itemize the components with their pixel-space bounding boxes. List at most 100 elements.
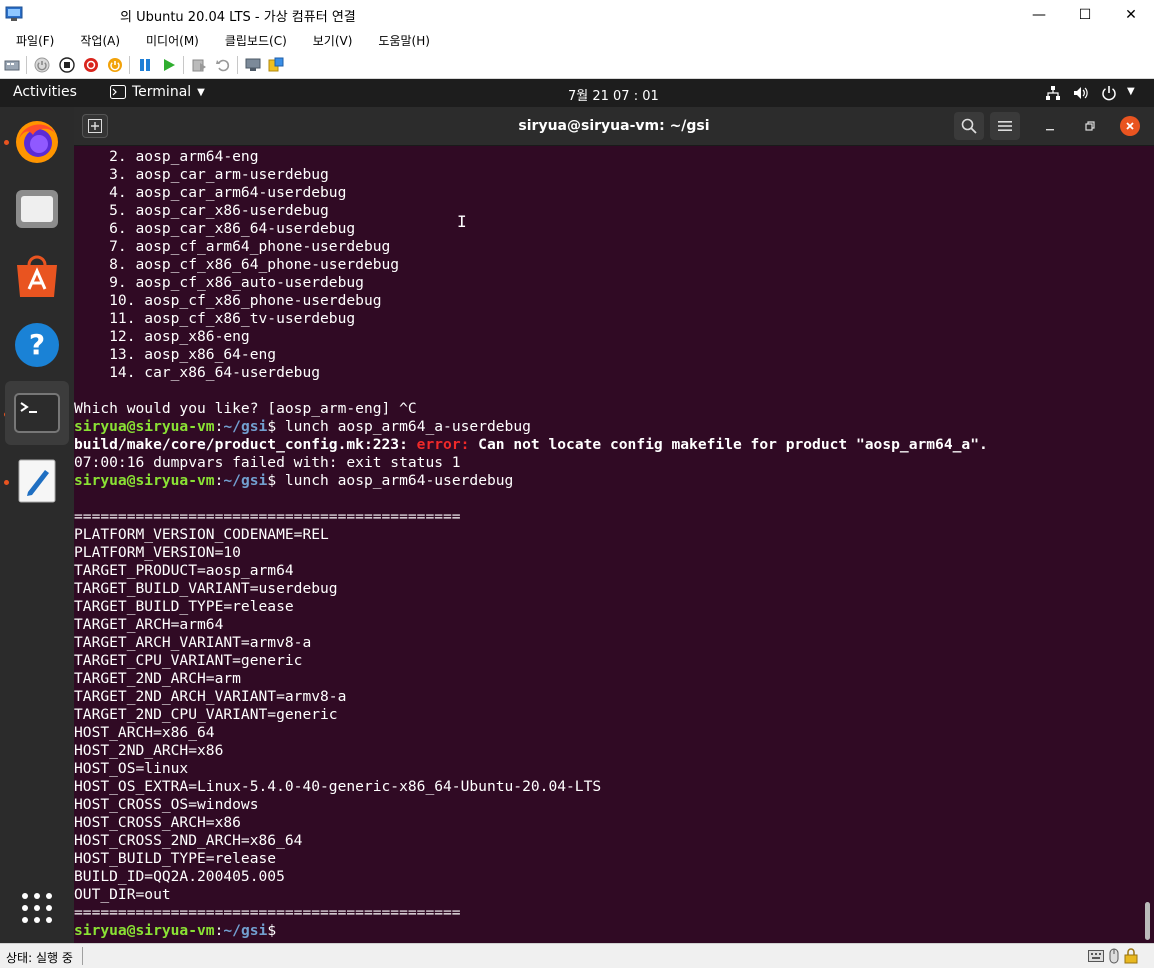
- save-icon[interactable]: [107, 57, 123, 73]
- terminal-line: siryua@siryua-vm:~/gsi$ lunch aosp_arm64…: [74, 472, 988, 490]
- terminal-line: siryua@siryua-vm:~/gsi$ lunch aosp_arm64…: [74, 418, 988, 436]
- dock-terminal[interactable]: [5, 381, 69, 445]
- terminal-output[interactable]: 2. aosp_arm64-eng 3. aosp_car_arm-userde…: [74, 146, 1154, 943]
- terminal-text-segment: HOST_CROSS_ARCH=x86: [74, 814, 241, 831]
- close-icon: [1126, 122, 1134, 130]
- software-store-icon: [17, 255, 57, 297]
- files-icon: [16, 190, 58, 228]
- terminal-text-segment: 2. aosp_arm64-eng: [74, 148, 259, 165]
- app-menu[interactable]: Terminal ▼: [110, 84, 205, 100]
- terminal-text-segment: HOST_BUILD_TYPE=release: [74, 850, 277, 867]
- text-editor-icon: [18, 459, 56, 503]
- app-menu-label: Terminal: [132, 84, 192, 100]
- terminal-line: 13. aosp_x86_64-eng: [74, 346, 988, 364]
- shutdown-icon[interactable]: [83, 57, 99, 73]
- turn-off-icon[interactable]: [59, 57, 75, 73]
- dock-software[interactable]: [5, 245, 69, 309]
- minimize-button[interactable]: —: [1016, 0, 1062, 29]
- terminal-text-segment: ========================================…: [74, 904, 461, 921]
- terminal-text-segment: 3. aosp_car_arm-userdebug: [74, 166, 329, 183]
- revert-icon[interactable]: [215, 57, 231, 73]
- terminal-line: BUILD_ID=QQ2A.200405.005: [74, 868, 988, 886]
- menu-file[interactable]: 파일(F): [0, 32, 64, 49]
- hamburger-menu-button[interactable]: [990, 112, 1020, 140]
- terminal-line: TARGET_2ND_CPU_VARIANT=generic: [74, 706, 988, 724]
- terminal-text-segment: 07:00:16 dumpvars failed with: exit stat…: [74, 454, 461, 471]
- terminal-line: PLATFORM_VERSION_CODENAME=REL: [74, 526, 988, 544]
- system-menu-chevron-icon[interactable]: ▼: [1127, 86, 1135, 97]
- terminal-text-segment: 9. aosp_cf_x86_auto-userdebug: [74, 274, 364, 291]
- terminal-text-segment: siryua@siryua-vm: [74, 922, 215, 939]
- terminal-line: TARGET_ARCH_VARIANT=armv8-a: [74, 634, 988, 652]
- minimize-icon: [1046, 129, 1054, 131]
- terminal-text-segment: BUILD_ID=QQ2A.200405.005: [74, 868, 285, 885]
- network-icon[interactable]: [1045, 85, 1061, 101]
- terminal-scrollbar[interactable]: [1145, 902, 1150, 940]
- pause-icon[interactable]: [137, 57, 153, 73]
- terminal-text-segment: HOST_2ND_ARCH=x86: [74, 742, 224, 759]
- mouse-icon: [1109, 948, 1119, 964]
- terminal-text-segment: Can not locate config makefile for produ…: [469, 436, 988, 453]
- menu-media[interactable]: 미디어(M): [130, 32, 209, 49]
- terminal-header-bar: siryua@siryua-vm: ~/gsi: [74, 107, 1154, 146]
- lock-icon: [1124, 948, 1138, 964]
- terminal-line: 6. aosp_car_x86_64-userdebug: [74, 220, 988, 238]
- terminal-text-segment: TARGET_CPU_VARIANT=generic: [74, 652, 303, 669]
- terminal-text-segment: TARGET_2ND_CPU_VARIANT=generic: [74, 706, 338, 723]
- search-icon: [961, 118, 977, 134]
- clock[interactable]: 7월 21 07 : 01: [568, 85, 659, 104]
- close-button[interactable]: ✕: [1108, 0, 1154, 29]
- terminal-text-segment: TARGET_BUILD_VARIANT=userdebug: [74, 580, 338, 597]
- terminal-icon: [110, 85, 126, 99]
- terminal-text-segment: 4. aosp_car_arm64-userdebug: [74, 184, 347, 201]
- activities-button[interactable]: Activities: [13, 84, 77, 100]
- terminal-line: 10. aosp_cf_x86_phone-userdebug: [74, 292, 988, 310]
- share-icon[interactable]: [268, 57, 284, 73]
- terminal-text-segment: HOST_CROSS_OS=windows: [74, 796, 259, 813]
- power-icon[interactable]: [1101, 85, 1117, 101]
- ctrl-alt-del-icon[interactable]: [4, 57, 20, 73]
- terminal-restore-button[interactable]: [1080, 116, 1100, 136]
- dock-firefox[interactable]: [5, 109, 69, 173]
- terminal-lines: 2. aosp_arm64-eng 3. aosp_car_arm-userde…: [74, 148, 988, 940]
- terminal-line: 14. car_x86_64-userdebug: [74, 364, 988, 382]
- terminal-text-segment: ~/gsi: [223, 472, 268, 489]
- dock-help[interactable]: ?: [5, 313, 69, 377]
- terminal-line: 4. aosp_car_arm64-userdebug: [74, 184, 988, 202]
- search-button[interactable]: [954, 112, 984, 140]
- show-applications-icon[interactable]: [20, 891, 54, 925]
- menu-help[interactable]: 도움말(H): [362, 32, 440, 49]
- menu-action[interactable]: 작업(A): [64, 32, 130, 49]
- terminal-line: HOST_BUILD_TYPE=release: [74, 850, 988, 868]
- checkpoint-icon[interactable]: [191, 57, 207, 73]
- terminal-text-segment: 10. aosp_cf_x86_phone-userdebug: [74, 292, 382, 309]
- dock-files[interactable]: [5, 177, 69, 241]
- terminal-text-segment: 8. aosp_cf_x86_64_phone-userdebug: [74, 256, 400, 273]
- minimize-icon: —: [1032, 6, 1046, 23]
- chevron-down-icon: ▼: [197, 86, 205, 98]
- terminal-text-segment: $ lunch aosp_arm64_a-userdebug: [267, 418, 531, 435]
- menu-view[interactable]: 보기(V): [297, 32, 363, 49]
- resume-icon[interactable]: [161, 57, 177, 73]
- terminal-text-segment: 12. aosp_x86-eng: [74, 328, 250, 345]
- terminal-line: 12. aosp_x86-eng: [74, 328, 988, 346]
- terminal-line: 07:00:16 dumpvars failed with: exit stat…: [74, 454, 988, 472]
- dock-text-editor[interactable]: [5, 449, 69, 513]
- terminal-close-button[interactable]: [1120, 116, 1140, 136]
- maximize-button[interactable]: ☐: [1062, 0, 1108, 29]
- vm-connection-icon: [5, 6, 23, 21]
- terminal-line: 11. aosp_cf_x86_tv-userdebug: [74, 310, 988, 328]
- terminal-line: TARGET_BUILD_TYPE=release: [74, 598, 988, 616]
- enhanced-session-icon[interactable]: [245, 57, 261, 73]
- start-icon[interactable]: [34, 57, 50, 73]
- terminal-line: HOST_ARCH=x86_64: [74, 724, 988, 742]
- firefox-icon: [16, 121, 58, 163]
- terminal-text-segment: PLATFORM_VERSION_CODENAME=REL: [74, 526, 329, 543]
- terminal-minimize-button[interactable]: [1040, 116, 1060, 136]
- volume-icon[interactable]: [1073, 85, 1089, 101]
- host-status-bar: 상태: 실행 중: [0, 943, 1154, 968]
- terminal-line: 3. aosp_car_arm-userdebug: [74, 166, 988, 184]
- menu-clipboard[interactable]: 클립보드(C): [209, 32, 297, 49]
